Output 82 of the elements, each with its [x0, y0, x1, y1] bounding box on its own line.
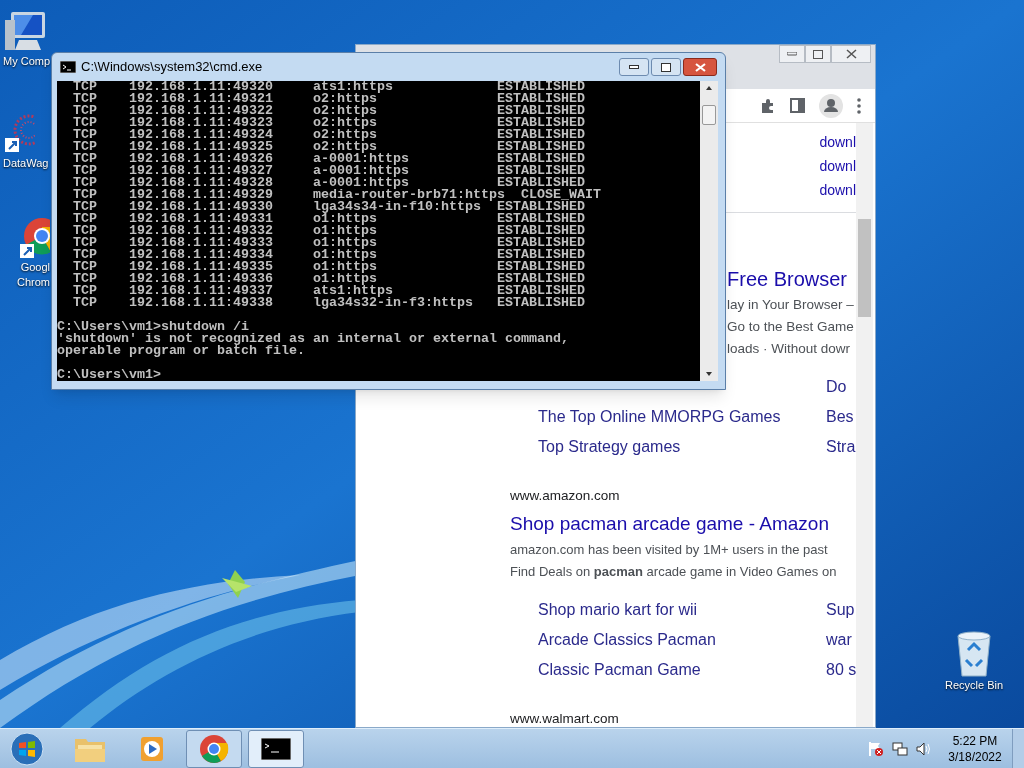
console-line: TCP 192.168.1.11:49336 o1:https ESTABLISHED — [72, 273, 586, 285]
close-icon — [694, 62, 706, 72]
icon-label: Googl — [20, 260, 50, 275]
clock[interactable]: 5:22 PM 3/18/2022 — [944, 732, 1006, 765]
console-line: TCP 192.168.1.11:49321 o2:https ESTABLISHED — [72, 93, 586, 105]
media-player-icon — [138, 734, 166, 763]
minimize-button[interactable] — [619, 58, 649, 76]
console-line: C:\Users\vm1> — [57, 369, 162, 381]
recycle-bin-icon[interactable] — [954, 630, 994, 678]
snippet-text: lay in Your Browser – — [727, 296, 855, 314]
sitelink[interactable]: Sup — [826, 598, 855, 622]
maximize-button[interactable] — [805, 45, 831, 63]
console-line: TCP 192.168.1.11:49320 ats1:https ESTABLISHED — [72, 81, 586, 93]
icon-label: My Comp — [3, 54, 51, 69]
console-line: 'shutdown' is not recognized as an internal or external command, — [57, 333, 570, 345]
network-icon[interactable] — [892, 740, 908, 757]
site-url: www.amazon.com — [510, 487, 621, 505]
sitelink[interactable]: Top Strategy games — [538, 438, 681, 455]
scrollbar[interactable] — [856, 123, 873, 727]
close-button[interactable] — [683, 58, 717, 76]
snippet-text: amazon.com has been visited by 1M+ users in the past — [510, 541, 829, 559]
close-icon — [845, 49, 857, 59]
sitelink[interactable]: Do — [826, 375, 847, 399]
console-line: TCP 192.168.1.11:49327 a-0001:https ESTABLISHED — [72, 165, 586, 177]
snippet-text: loads · Without dowr — [727, 340, 852, 358]
maximize-button[interactable] — [651, 58, 681, 76]
console-line: TCP 192.168.1.11:49329 media-router-brb71:https CLOSE_WAIT — [72, 189, 602, 201]
sitelink[interactable]: Classic Pacman Game — [538, 661, 701, 678]
console-line: TCP 192.168.1.11:49325 o2:https ESTABLISHED — [72, 141, 586, 153]
console-line: TCP 192.168.1.11:49338 lga34s32-in-f3:https ESTABLISHED — [72, 297, 586, 309]
icon-label: DataWag — [3, 156, 49, 171]
console-line: operable program or batch file. — [57, 345, 306, 357]
sitelink[interactable]: war — [826, 628, 852, 652]
result-link[interactable]: downl — [819, 178, 856, 202]
console-icon — [60, 61, 76, 73]
profile-icon[interactable] — [819, 93, 843, 118]
window-title: C:\Windows\system32\cmd.exe — [81, 58, 263, 77]
result-title[interactable]: Free Browser — [727, 265, 856, 293]
sitelink[interactable]: Bes — [826, 405, 854, 429]
sitelink[interactable]: The Top Online MMORPG Games — [538, 408, 781, 425]
site-url: www.walmart.com — [510, 710, 620, 727]
icon-label: Recycle Bin — [944, 678, 1004, 693]
flag-alert-icon[interactable] — [868, 740, 884, 757]
console-line: TCP 192.168.1.11:49335 o1:https ESTABLISHED — [72, 261, 586, 273]
console-icon — [261, 737, 291, 760]
icon-label: Chrom — [17, 275, 50, 290]
windows-logo-icon — [10, 731, 44, 766]
side-panel-icon[interactable] — [790, 98, 805, 113]
scroll-thumb[interactable] — [858, 219, 871, 317]
minimize-icon — [787, 52, 797, 56]
minimize-icon — [629, 65, 639, 69]
snippet-text: Find Deals on pacman arcade game in Video Games on — [510, 563, 838, 581]
console-line: TCP 192.168.1.11:49323 o2:https ESTABLISHED — [72, 117, 586, 129]
console-line: TCP 192.168.1.11:49330 lga34s34-in-f10:https ESTABLISHED — [72, 201, 585, 213]
sitelink[interactable]: Shop mario kart for wii — [538, 601, 698, 618]
sitelink[interactable]: 80 s — [826, 658, 856, 682]
console-line: TCP 192.168.1.11:49333 o1:https ESTABLISHED — [72, 237, 586, 249]
extensions-icon[interactable] — [760, 97, 776, 114]
console-line: TCP 192.168.1.11:49334 o1:https ESTABLISHED — [72, 249, 586, 261]
scroll-thumb[interactable] — [702, 105, 716, 125]
close-button[interactable] — [831, 45, 871, 63]
taskbar-app[interactable] — [248, 729, 304, 768]
result-title[interactable]: Shop pacman arcade game - Amazon — [510, 510, 856, 538]
result-link[interactable]: downl — [819, 154, 856, 178]
sitelink[interactable]: Arcade Classics Pacman — [538, 631, 716, 648]
console-line: TCP 192.168.1.11:49337 ats1:https ESTABLISHED — [72, 285, 586, 297]
console-line: TCP 192.168.1.11:49331 o1:https ESTABLISHED — [72, 213, 586, 225]
console-line: TCP 192.168.1.11:49328 a-0001:https ESTABLISHED — [72, 177, 585, 189]
console-line: TCP 192.168.1.11:49322 o2:https ESTABLISHED — [72, 105, 586, 117]
sitelink[interactable]: Stra — [826, 435, 856, 459]
chrome-icon — [199, 733, 229, 764]
console-line: TCP 192.168.1.11:49326 a-0001:https ESTABLISHED — [72, 153, 586, 165]
snippet-text: Go to the Best Game — [727, 318, 855, 336]
speaker-icon[interactable] — [916, 740, 932, 757]
maximize-icon — [813, 49, 823, 59]
console-line: TCP 192.168.1.11:49332 o1:https ESTABLISHED — [72, 225, 586, 237]
maximize-icon — [661, 62, 671, 72]
console-line: TCP 192.168.1.11:49324 o2:https ESTABLISHED — [72, 129, 586, 141]
menu-icon[interactable] — [857, 97, 861, 114]
console-line: C:\Users\vm1>shutdown /i — [57, 321, 249, 333]
result-link[interactable]: downl — [819, 130, 856, 154]
scrollbar[interactable] — [700, 81, 718, 381]
